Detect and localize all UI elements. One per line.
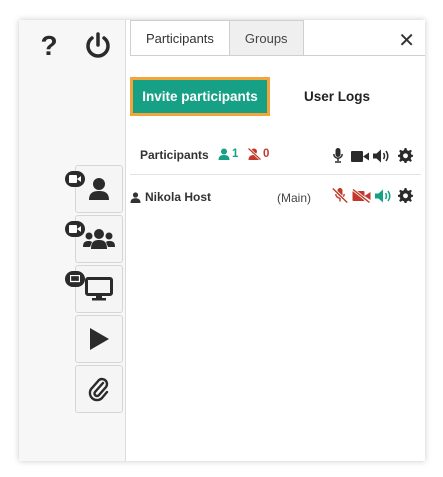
tab-divider — [130, 55, 425, 56]
help-icon[interactable]: ? — [33, 29, 65, 61]
svg-text:?: ? — [40, 31, 57, 59]
sidebar: ? — [19, 20, 126, 461]
online-count: 1 — [218, 148, 238, 160]
participant-room: (Main) — [277, 191, 312, 205]
video-badge-icon — [65, 171, 85, 187]
all-speaker-icon[interactable] — [373, 149, 390, 163]
play-button[interactable] — [75, 315, 123, 363]
participant-name: Nikola Host — [130, 190, 211, 204]
participant-name-text: Nikola Host — [145, 190, 212, 204]
offline-count: 0 — [248, 148, 269, 160]
power-icon[interactable] — [82, 29, 114, 61]
monitor-icon — [85, 277, 113, 301]
screen-badge-icon — [65, 271, 85, 287]
settings-gear-icon[interactable] — [398, 148, 413, 163]
tab-groups[interactable]: Groups — [229, 20, 304, 56]
host-user-icon — [130, 191, 141, 203]
speaker-on-icon[interactable] — [375, 189, 392, 203]
paperclip-icon — [88, 377, 109, 402]
participants-header-label: Participants — [140, 148, 209, 162]
offline-user-icon — [248, 148, 261, 160]
participant-settings-gear-icon[interactable] — [398, 188, 413, 203]
online-count-value: 1 — [232, 148, 239, 160]
video-badge-icon — [65, 221, 85, 237]
play-icon — [90, 328, 109, 350]
mic-muted-icon[interactable] — [332, 188, 348, 203]
offline-count-value: 0 — [263, 148, 270, 160]
invite-participants-button[interactable]: Invite participants — [130, 77, 270, 116]
user-logs-link[interactable]: User Logs — [304, 89, 370, 104]
conference-panel: ? Participants Groups ✕ Invite participa… — [19, 20, 425, 461]
attachment-button[interactable] — [75, 365, 123, 413]
close-icon[interactable]: ✕ — [398, 28, 415, 53]
participants-panel: Participants Groups ✕ Invite participant… — [126, 20, 425, 461]
header-divider — [130, 174, 421, 175]
users-icon — [83, 229, 115, 249]
tab-participants[interactable]: Participants — [130, 20, 230, 56]
all-camera-icon[interactable] — [351, 151, 369, 162]
online-user-icon — [218, 148, 230, 160]
tab-bar: Participants Groups — [130, 20, 304, 56]
user-icon — [89, 178, 109, 200]
camera-off-icon[interactable] — [352, 189, 371, 203]
mute-all-mic-icon[interactable] — [333, 148, 343, 163]
